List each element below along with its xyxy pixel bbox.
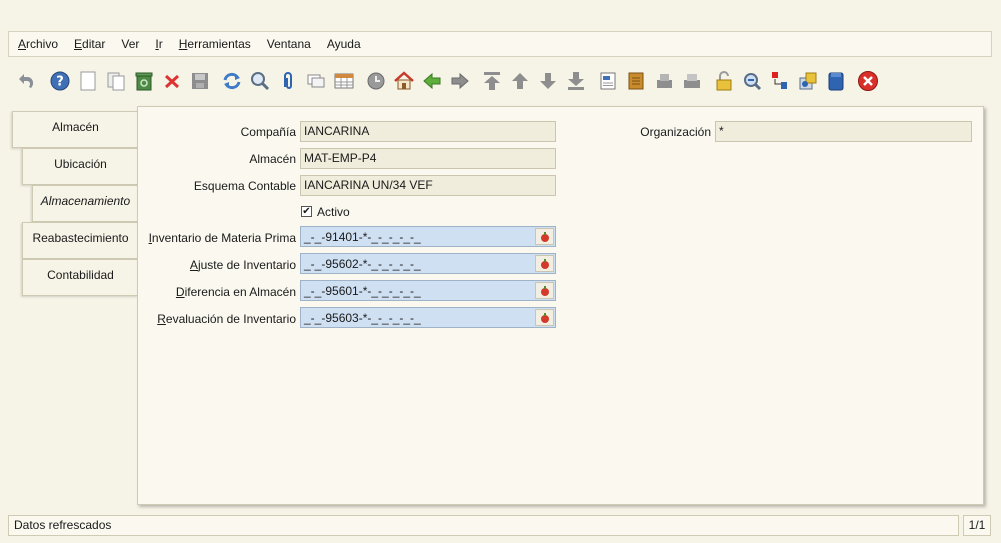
print-preview-icon[interactable]: [650, 67, 678, 95]
menu-editar[interactable]: Editar: [74, 37, 105, 51]
account-icon: [540, 231, 549, 242]
menu-ver[interactable]: Ver: [121, 37, 139, 51]
account-lookup-button[interactable]: [535, 282, 554, 299]
menu-ir[interactable]: Ir: [155, 37, 162, 51]
tab-almacenamiento[interactable]: Almacenamiento: [32, 185, 138, 222]
organizacion-label: Organización: [640, 125, 711, 139]
esquema-contable-label: Esquema Contable: [193, 179, 296, 193]
tab-reabastecimiento[interactable]: Reabastecimiento: [22, 222, 138, 259]
status-bar: Datos refrescados: [8, 515, 959, 536]
toolbar: ?: [14, 66, 994, 96]
organizacion-field[interactable]: *: [715, 121, 972, 142]
delete-icon[interactable]: [158, 67, 186, 95]
history-icon[interactable]: [362, 67, 390, 95]
menu-ventana[interactable]: Ventana: [267, 37, 311, 51]
next-record-icon[interactable]: [534, 67, 562, 95]
close-window-icon[interactable]: [854, 67, 882, 95]
almacen-label: Almacén: [249, 152, 296, 166]
attachment-icon[interactable]: [274, 67, 302, 95]
grid-toggle-icon[interactable]: [330, 67, 358, 95]
help-icon[interactable]: ?: [46, 67, 74, 95]
ajuste-inventario-field[interactable]: _-_-95602-*-_-_-_-_-_: [300, 253, 556, 274]
ajuste-inventario-label: Ajuste de Inventario: [189, 258, 296, 272]
menu-ayuda[interactable]: Ayuda: [327, 37, 361, 51]
copy-icon[interactable]: [102, 67, 130, 95]
lock-icon[interactable]: [710, 67, 738, 95]
home-icon[interactable]: [390, 67, 418, 95]
back-icon[interactable]: [418, 67, 446, 95]
status-message: Datos refrescados: [14, 518, 112, 532]
report-icon[interactable]: [594, 67, 622, 95]
compania-label: Compañía: [240, 125, 296, 139]
account-lookup-button[interactable]: [535, 309, 554, 326]
refresh-icon[interactable]: [218, 67, 246, 95]
inventario-materia-prima-label: Inventario de Materia Prima: [148, 231, 296, 245]
archive-icon[interactable]: [622, 67, 650, 95]
workflow-icon[interactable]: [766, 67, 794, 95]
menu-archivo[interactable]: Archivo: [18, 37, 58, 51]
revaluacion-inventario-field[interactable]: _-_-95603-*-_-_-_-_-_: [300, 307, 556, 328]
tab-ubicacion[interactable]: Ubicación: [22, 148, 138, 185]
tab-almacen[interactable]: Almacén: [12, 111, 138, 148]
account-lookup-button[interactable]: [535, 255, 554, 272]
active-workflows-icon[interactable]: [822, 67, 850, 95]
account-icon: [540, 258, 549, 269]
account-icon: [540, 285, 549, 296]
compania-field[interactable]: IANCARINA: [300, 121, 556, 142]
inventario-materia-prima-field[interactable]: _-_-91401-*-_-_-_-_-_: [300, 226, 556, 247]
last-record-icon[interactable]: [562, 67, 590, 95]
account-lookup-button[interactable]: [535, 228, 554, 245]
revaluacion-inventario-label: Revaluación de Inventario: [157, 312, 296, 326]
recycle-icon[interactable]: [130, 67, 158, 95]
save-icon[interactable]: [186, 67, 214, 95]
chat-icon[interactable]: [302, 67, 330, 95]
form-panel: Compañía IANCARINA Organización * Almacé…: [137, 106, 984, 505]
account-icon: [540, 312, 549, 323]
product-info-icon[interactable]: [794, 67, 822, 95]
record-pager: 1/1: [963, 515, 991, 536]
activo-checkbox[interactable]: ✔: [301, 206, 312, 217]
activo-label: Activo: [317, 205, 350, 219]
undo-icon[interactable]: [14, 67, 42, 95]
almacen-field[interactable]: MAT-EMP-P4: [300, 148, 556, 169]
first-record-icon[interactable]: [478, 67, 506, 95]
previous-record-icon[interactable]: [506, 67, 534, 95]
esquema-contable-field[interactable]: IANCARINA UN/34 VEF: [300, 175, 556, 196]
zoom-across-icon[interactable]: [738, 67, 766, 95]
menu-bar: Archivo Editar Ver Ir Herramientas Venta…: [8, 31, 992, 57]
svg-text:?: ?: [56, 75, 64, 90]
menu-herramientas[interactable]: Herramientas: [179, 37, 251, 51]
tab-contabilidad[interactable]: Contabilidad: [22, 259, 138, 296]
print-icon[interactable]: [678, 67, 706, 95]
find-icon[interactable]: [246, 67, 274, 95]
diferencia-almacen-label: Diferencia en Almacén: [175, 285, 296, 299]
forward-icon[interactable]: [446, 67, 474, 95]
new-icon[interactable]: [74, 67, 102, 95]
diferencia-almacen-field[interactable]: _-_-95601-*-_-_-_-_-_: [300, 280, 556, 301]
